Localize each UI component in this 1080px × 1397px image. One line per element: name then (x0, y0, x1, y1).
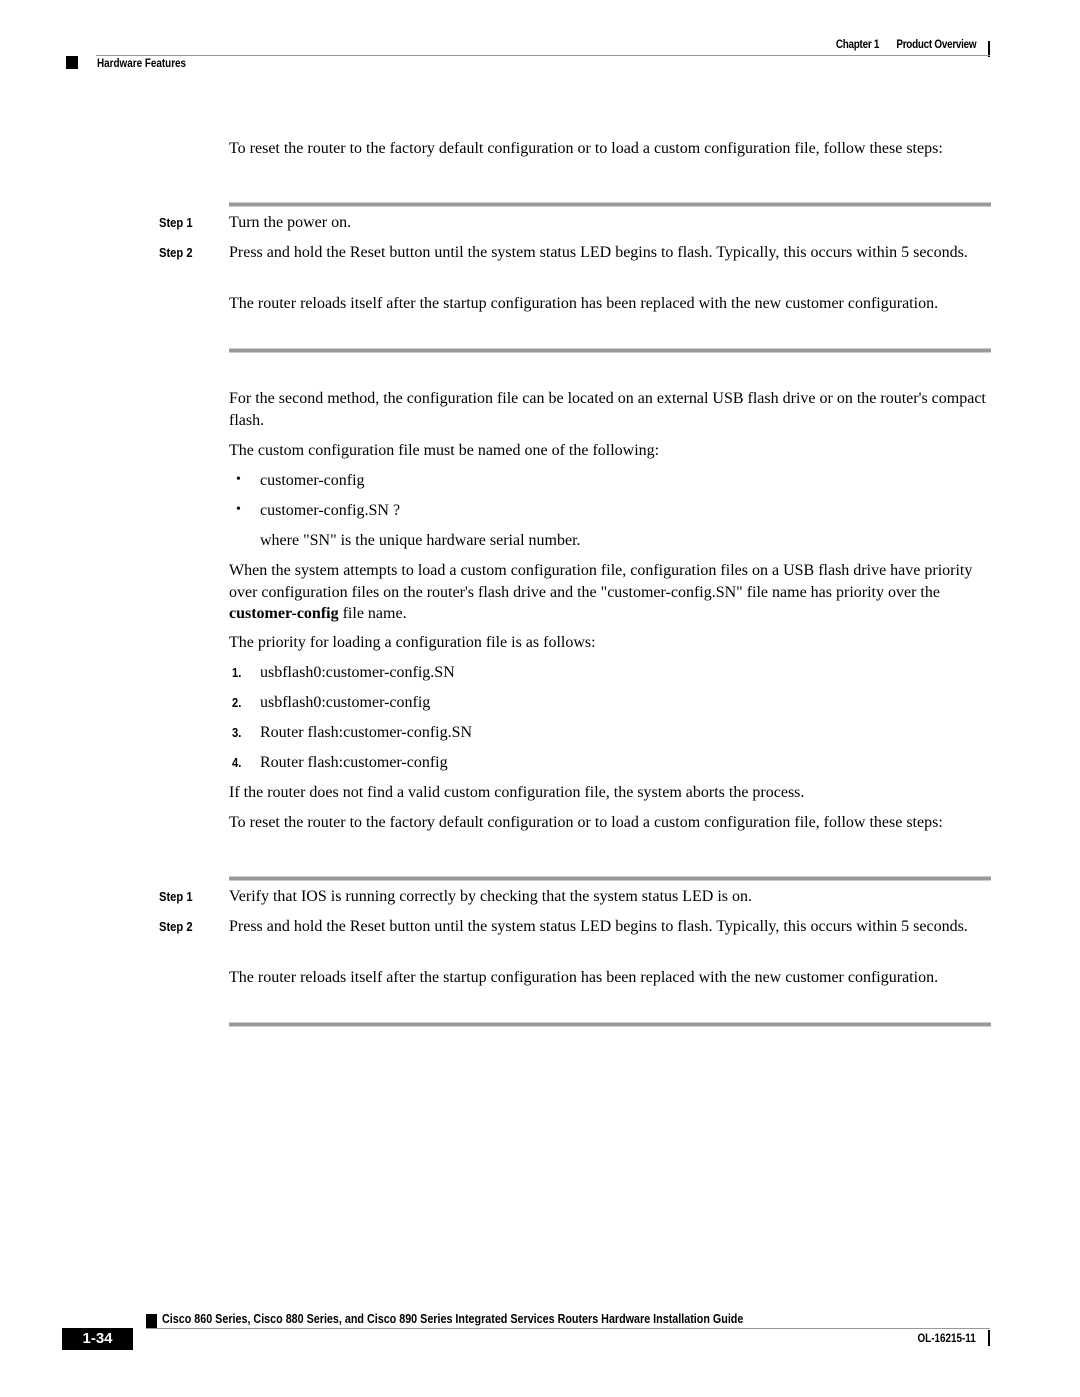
list-item: Router flash:customer-config.SN (260, 724, 473, 741)
priority-intro: The priority for loading a configuration… (229, 634, 596, 651)
list-number: 4. (232, 755, 242, 770)
abort-note: If the router does not find a valid cust… (229, 784, 805, 801)
guide-title: Cisco 860 Series, Cisco 880 Series, and … (162, 1312, 744, 1326)
chapter-number: Chapter 1 (835, 39, 880, 51)
naming-intro: The custom configuration file must be na… (229, 442, 660, 459)
step-note: The router reloads itself after the star… (229, 295, 939, 312)
list-item: usbflash0:customer-config (260, 694, 431, 711)
header-black-block (66, 56, 78, 69)
step-text: Turn the power on. (229, 214, 352, 231)
step-label: Step 2 (159, 919, 193, 934)
procedure-top-rule (229, 876, 991, 881)
priority-text-bold: customer-config (229, 605, 339, 622)
step-note: The router reloads itself after the star… (229, 969, 939, 986)
footer-vertical-bar (988, 1330, 990, 1346)
step-label: Step 1 (159, 215, 193, 230)
procedure-bottom-rule (229, 1022, 991, 1027)
method1-intro: To reset the router to the factory defau… (229, 140, 943, 157)
header-rule (96, 55, 990, 56)
priority-text: When the system attempts to load a custo… (229, 562, 973, 601)
page-number: 1-34 (62, 1328, 133, 1350)
footer-rule (146, 1328, 990, 1329)
procedure-top-rule (229, 202, 991, 207)
bullet-icon: • (236, 472, 241, 487)
step-text: Verify that IOS is running correctly by … (229, 888, 753, 905)
section-name: Hardware Features (97, 58, 187, 70)
chapter-title: Product Overview (896, 39, 976, 51)
list-number: 2. (232, 695, 242, 710)
step-label: Step 1 (159, 889, 193, 904)
bullet-icon: • (236, 502, 241, 517)
list-number: 1. (232, 665, 242, 680)
footer-black-block (146, 1314, 157, 1328)
step-label: Step 2 (159, 245, 193, 260)
sn-note: where "SN" is the unique hardware serial… (260, 532, 581, 549)
method2-intro: For the second method, the configuration… (229, 390, 986, 429)
list-item: Router flash:customer-config (260, 754, 448, 771)
list-item: customer-config (260, 472, 365, 489)
method2-steps-intro: To reset the router to the factory defau… (229, 814, 943, 831)
list-number: 3. (232, 725, 242, 740)
priority-paragraph: When the system attempts to load a custo… (229, 560, 994, 625)
step-text: Press and hold the Reset button until th… (229, 244, 968, 261)
list-item: usbflash0:customer-config.SN (260, 664, 455, 681)
procedure-bottom-rule (229, 348, 991, 353)
running-header-chapter: Chapter 1 Product Overview (835, 39, 977, 51)
step-text: Press and hold the Reset button until th… (229, 918, 968, 935)
document-number: OL-16215-11 (917, 1333, 976, 1345)
list-item: customer-config.SN ? (260, 502, 401, 519)
priority-text: file name. (338, 605, 407, 622)
